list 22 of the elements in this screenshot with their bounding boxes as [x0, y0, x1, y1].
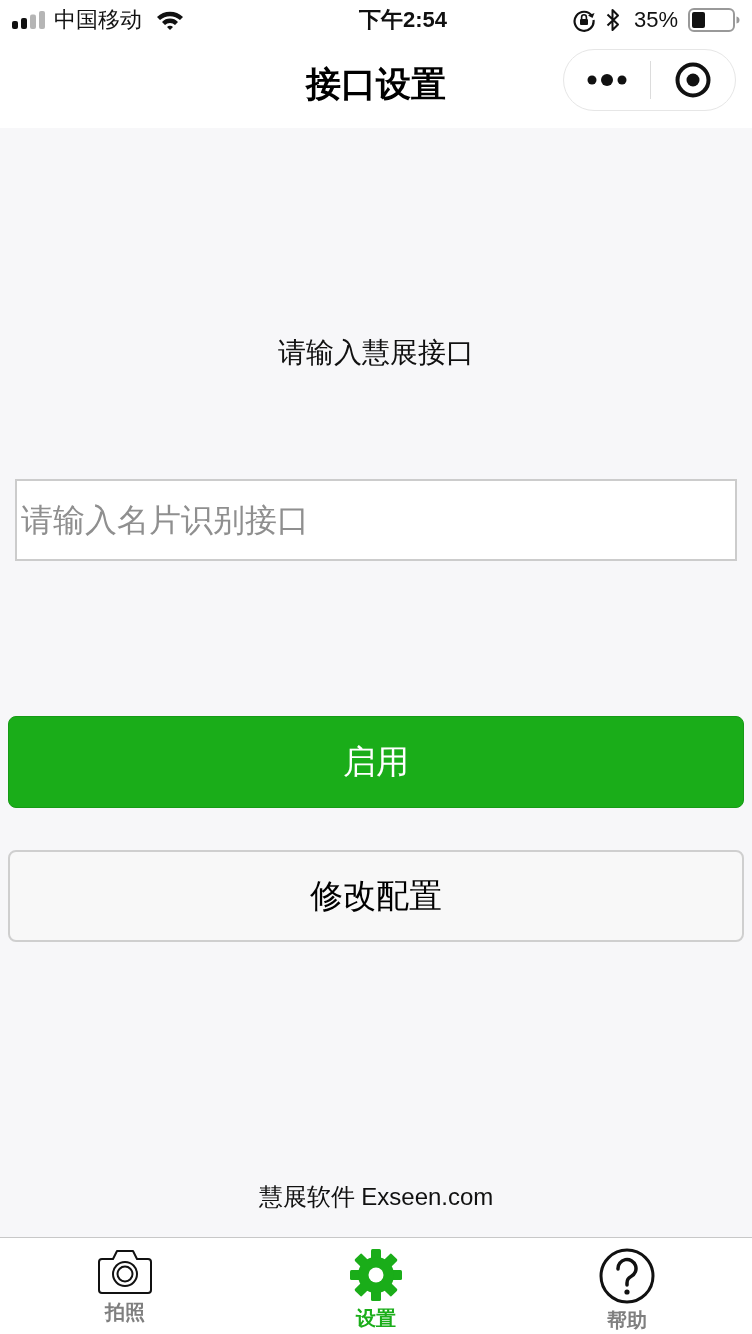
page-title: 接口设置: [306, 63, 446, 105]
help-icon: [598, 1248, 655, 1304]
enable-button[interactable]: 启用: [8, 716, 744, 808]
signal-icon: [12, 11, 46, 29]
bluetooth-icon: [605, 8, 620, 32]
more-icon: [587, 74, 627, 86]
edit-config-button[interactable]: 修改配置: [8, 850, 744, 942]
clock-time: 下午2:54: [358, 7, 447, 33]
tab-item[interactable]: 设置: [250, 1238, 502, 1334]
footer-text: 慧展软件 Exseen.com: [258, 1183, 494, 1211]
battery-icon: [688, 8, 740, 32]
input-field[interactable]: 请输入名片识别接口: [15, 479, 737, 561]
camera-icon: [97, 1248, 154, 1296]
battery-percent: 35%: [633, 7, 678, 33]
gear-icon: [349, 1248, 403, 1302]
circle-dot-icon: [675, 62, 711, 98]
form-label: 请输入慧展接口: [278, 336, 474, 370]
tab-item[interactable]: 拍照: [0, 1238, 251, 1334]
rotation-lock-icon: [571, 8, 596, 32]
tab-item[interactable]: 帮助: [501, 1238, 752, 1334]
wifi-icon: [156, 10, 184, 30]
carrier-name: 中国移动: [54, 7, 142, 33]
